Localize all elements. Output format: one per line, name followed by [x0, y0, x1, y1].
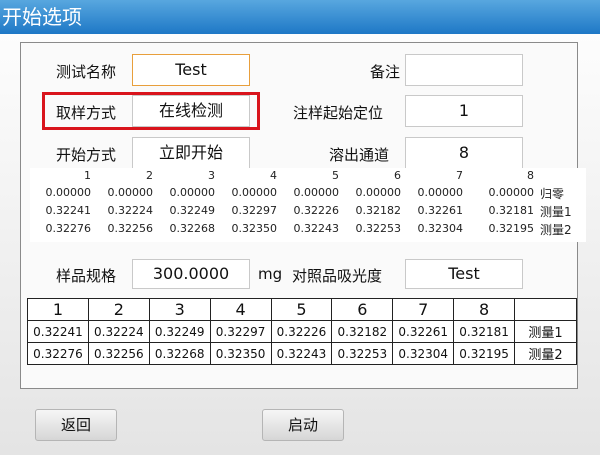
- mini-cell: 0.00000: [355, 186, 402, 199]
- injection-start-field[interactable]: 1: [405, 95, 523, 127]
- start-mode-field[interactable]: 立即开始: [132, 137, 250, 169]
- mini-cell: 0.32297: [231, 204, 278, 217]
- table-header-row: 1 2 3 4 5 6 7 8: [27, 298, 577, 321]
- mini-cell: 0.32268: [169, 222, 216, 235]
- mini-header: 2: [146, 169, 153, 182]
- mini-header: 8: [527, 169, 534, 182]
- mini-cell: 0.32276: [45, 222, 92, 235]
- sampling-highlight-box: [42, 92, 260, 130]
- sample-spec-field[interactable]: 300.0000: [132, 259, 250, 289]
- mini-cell: 0.32195: [488, 222, 535, 235]
- mini-cell: 0.32241: [45, 204, 92, 217]
- mini-cell: 0.32181: [488, 204, 535, 217]
- table-row: 0.32276 0.32256 0.32268 0.32350 0.32243 …: [27, 342, 577, 365]
- mini-cell: 0.32261: [417, 204, 464, 217]
- mini-cell: 0.00000: [231, 186, 278, 199]
- mini-cell: 0.32253: [355, 222, 402, 235]
- mini-row-label: 归零: [540, 187, 565, 201]
- mini-header: 6: [394, 169, 401, 182]
- table-cell: 0.32182: [331, 320, 394, 343]
- start-mode-label: 开始方式: [56, 146, 117, 164]
- mini-cell: 0.00000: [293, 186, 340, 199]
- start-button[interactable]: 启动: [262, 409, 344, 441]
- table-cell: 0.32243: [270, 342, 333, 365]
- table-cell: 0.32276: [27, 342, 89, 365]
- mini-cell: 0.32224: [107, 204, 154, 217]
- table-cell: 0.32304: [392, 342, 455, 365]
- column-header: 3: [148, 298, 211, 321]
- dissolution-channel-label: 溶出通道: [329, 146, 390, 164]
- mini-cell: 0.00000: [45, 186, 92, 199]
- mini-cell: 0.00000: [107, 186, 154, 199]
- table-cell: 0.32256: [87, 342, 150, 365]
- column-header: 8: [453, 298, 515, 321]
- column-header: 6: [331, 298, 394, 321]
- table-cell: 0.32226: [270, 320, 333, 343]
- sample-spec-label: 样品规格: [56, 267, 117, 285]
- test-name-label: 测试名称: [56, 63, 117, 81]
- table-cell: 0.32350: [209, 342, 272, 365]
- mini-header: 5: [332, 169, 339, 182]
- column-header: 4: [209, 298, 272, 321]
- table-cell: 0.32261: [392, 320, 455, 343]
- dissolution-channel-field[interactable]: 8: [405, 137, 523, 169]
- mini-header: 3: [208, 169, 215, 182]
- mini-row-label: 测量2: [540, 223, 572, 237]
- table-cell: 0.32181: [453, 320, 515, 343]
- remark-field[interactable]: [405, 54, 523, 86]
- mini-cell: 0.00000: [488, 186, 535, 199]
- mini-data-table: 1 2 3 4 5 6 7 8 0.00000 0.00000 0.00000 …: [30, 168, 586, 242]
- column-header: 2: [87, 298, 150, 321]
- sample-spec-unit: mg: [258, 265, 283, 283]
- back-button[interactable]: 返回: [35, 409, 117, 441]
- column-header: 7: [392, 298, 455, 321]
- mini-row-label: 测量1: [540, 205, 572, 219]
- mini-cell: 0.32226: [293, 204, 340, 217]
- mini-header: 1: [84, 169, 91, 182]
- mini-cell: 0.32243: [293, 222, 340, 235]
- mini-header: 4: [270, 169, 277, 182]
- mini-cell: 0.32256: [107, 222, 154, 235]
- injection-start-label: 注样起始定位: [293, 104, 384, 122]
- table-cell: 0.32268: [148, 342, 211, 365]
- table-cell: 0.32297: [209, 320, 272, 343]
- results-table: 1 2 3 4 5 6 7 8 0.32241 0.32224 0.32249 …: [27, 298, 577, 365]
- column-header: [514, 298, 577, 321]
- table-cell: 0.32249: [148, 320, 211, 343]
- table-cell: 0.32224: [87, 320, 150, 343]
- ref-absorbance-field[interactable]: Test: [405, 259, 523, 289]
- mini-cell: 0.00000: [417, 186, 464, 199]
- table-cell: 0.32195: [453, 342, 515, 365]
- mini-cell: 0.32182: [355, 204, 402, 217]
- row-label: 测量1: [514, 320, 577, 343]
- table-cell: 0.32253: [331, 342, 394, 365]
- test-name-field[interactable]: Test: [132, 54, 250, 86]
- remark-label: 备注: [370, 63, 401, 81]
- mini-cell: 0.32304: [417, 222, 464, 235]
- mini-header: 7: [456, 169, 463, 182]
- window-title: 开始选项: [0, 0, 600, 34]
- column-header: 1: [27, 298, 89, 321]
- table-row: 0.32241 0.32224 0.32249 0.32297 0.32226 …: [27, 320, 577, 343]
- ref-absorbance-label: 对照品吸光度: [292, 267, 383, 285]
- row-label: 测量2: [514, 342, 577, 365]
- mini-cell: 0.32350: [231, 222, 278, 235]
- mini-cell: 0.00000: [169, 186, 216, 199]
- column-header: 5: [270, 298, 333, 321]
- table-cell: 0.32241: [27, 320, 89, 343]
- mini-cell: 0.32249: [169, 204, 216, 217]
